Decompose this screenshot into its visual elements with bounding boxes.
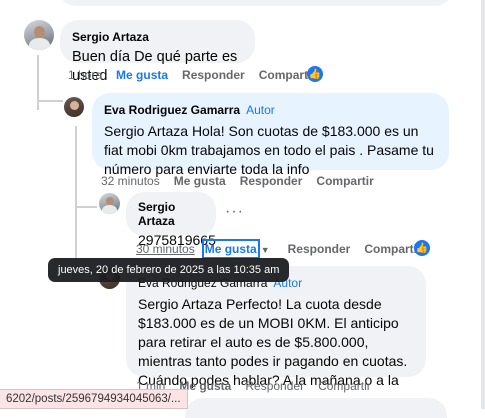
comment-actions: 32 minutos Me gusta Responder Compartir — [101, 174, 388, 188]
comment-bubble: Eva Rodriguez Gamarra Autor Sergio Artaza… — [92, 93, 449, 177]
avatar[interactable] — [99, 193, 120, 214]
previous-comment-bubble — [58, 0, 453, 6]
reply-button[interactable]: Responder — [240, 174, 303, 188]
thread-line — [75, 126, 77, 276]
avatar[interactable] — [24, 20, 54, 50]
share-button[interactable]: Compartir — [364, 242, 421, 256]
next-comment-bubble — [185, 398, 447, 418]
comment-author[interactable]: Eva Rodriguez Gamarra — [104, 103, 240, 117]
like-button[interactable]: Me gusta — [174, 174, 226, 188]
comment-time[interactable]: 1 hora — [68, 68, 102, 82]
comment-actions: 1 hora Me gusta Responder Compartir — [68, 68, 330, 82]
like-reaction-icon[interactable]: 👍 — [307, 66, 323, 82]
comment-author[interactable]: Sergio Artaza — [138, 200, 204, 228]
comment-bubble: Sergio Artaza 2975819665 — [126, 192, 216, 248]
reply-button[interactable]: Responder — [245, 379, 304, 393]
comment-time[interactable]: 32 minutos — [101, 174, 160, 188]
comment-actions: 30 minutos Me gusta ▼ Responder Compartir — [136, 239, 436, 259]
comment-bubble: Sergio Artaza Buen día De qué parte es u… — [60, 20, 255, 84]
avatar[interactable] — [64, 97, 84, 117]
like-button[interactable]: Me gusta — [116, 68, 168, 82]
share-button[interactable]: Compartir — [316, 174, 373, 188]
timestamp-tooltip: jueves, 20 de febrero de 2025 a las 10:3… — [48, 258, 290, 282]
chevron-down-icon[interactable]: ▼ — [261, 245, 270, 255]
like-reaction-icon[interactable]: 👍 — [414, 240, 430, 256]
more-options-icon[interactable]: ··· — [225, 203, 244, 221]
reply-button[interactable]: Responder — [182, 68, 245, 82]
comment-time[interactable]: 30 minutos — [136, 242, 195, 256]
like-button[interactable]: Me gusta — [201, 239, 260, 259]
share-button[interactable]: Compartir — [318, 379, 371, 393]
thread-line — [75, 206, 97, 208]
author-badge: Autor — [246, 103, 275, 117]
reply-button[interactable]: Responder — [288, 242, 351, 256]
comment-text: Sergio Artaza Hola! Son cuotas de $183.0… — [104, 123, 434, 177]
thread-line — [37, 100, 63, 102]
comment-bubble: Eva Rodriguez Gamarra Autor Sergio Artaza… — [126, 266, 426, 407]
scrollbar[interactable] — [481, 0, 485, 409]
comment-author[interactable]: Sergio Artaza — [72, 30, 149, 44]
status-bar-url: 6202/posts/2596794934045063/... — [0, 389, 188, 409]
